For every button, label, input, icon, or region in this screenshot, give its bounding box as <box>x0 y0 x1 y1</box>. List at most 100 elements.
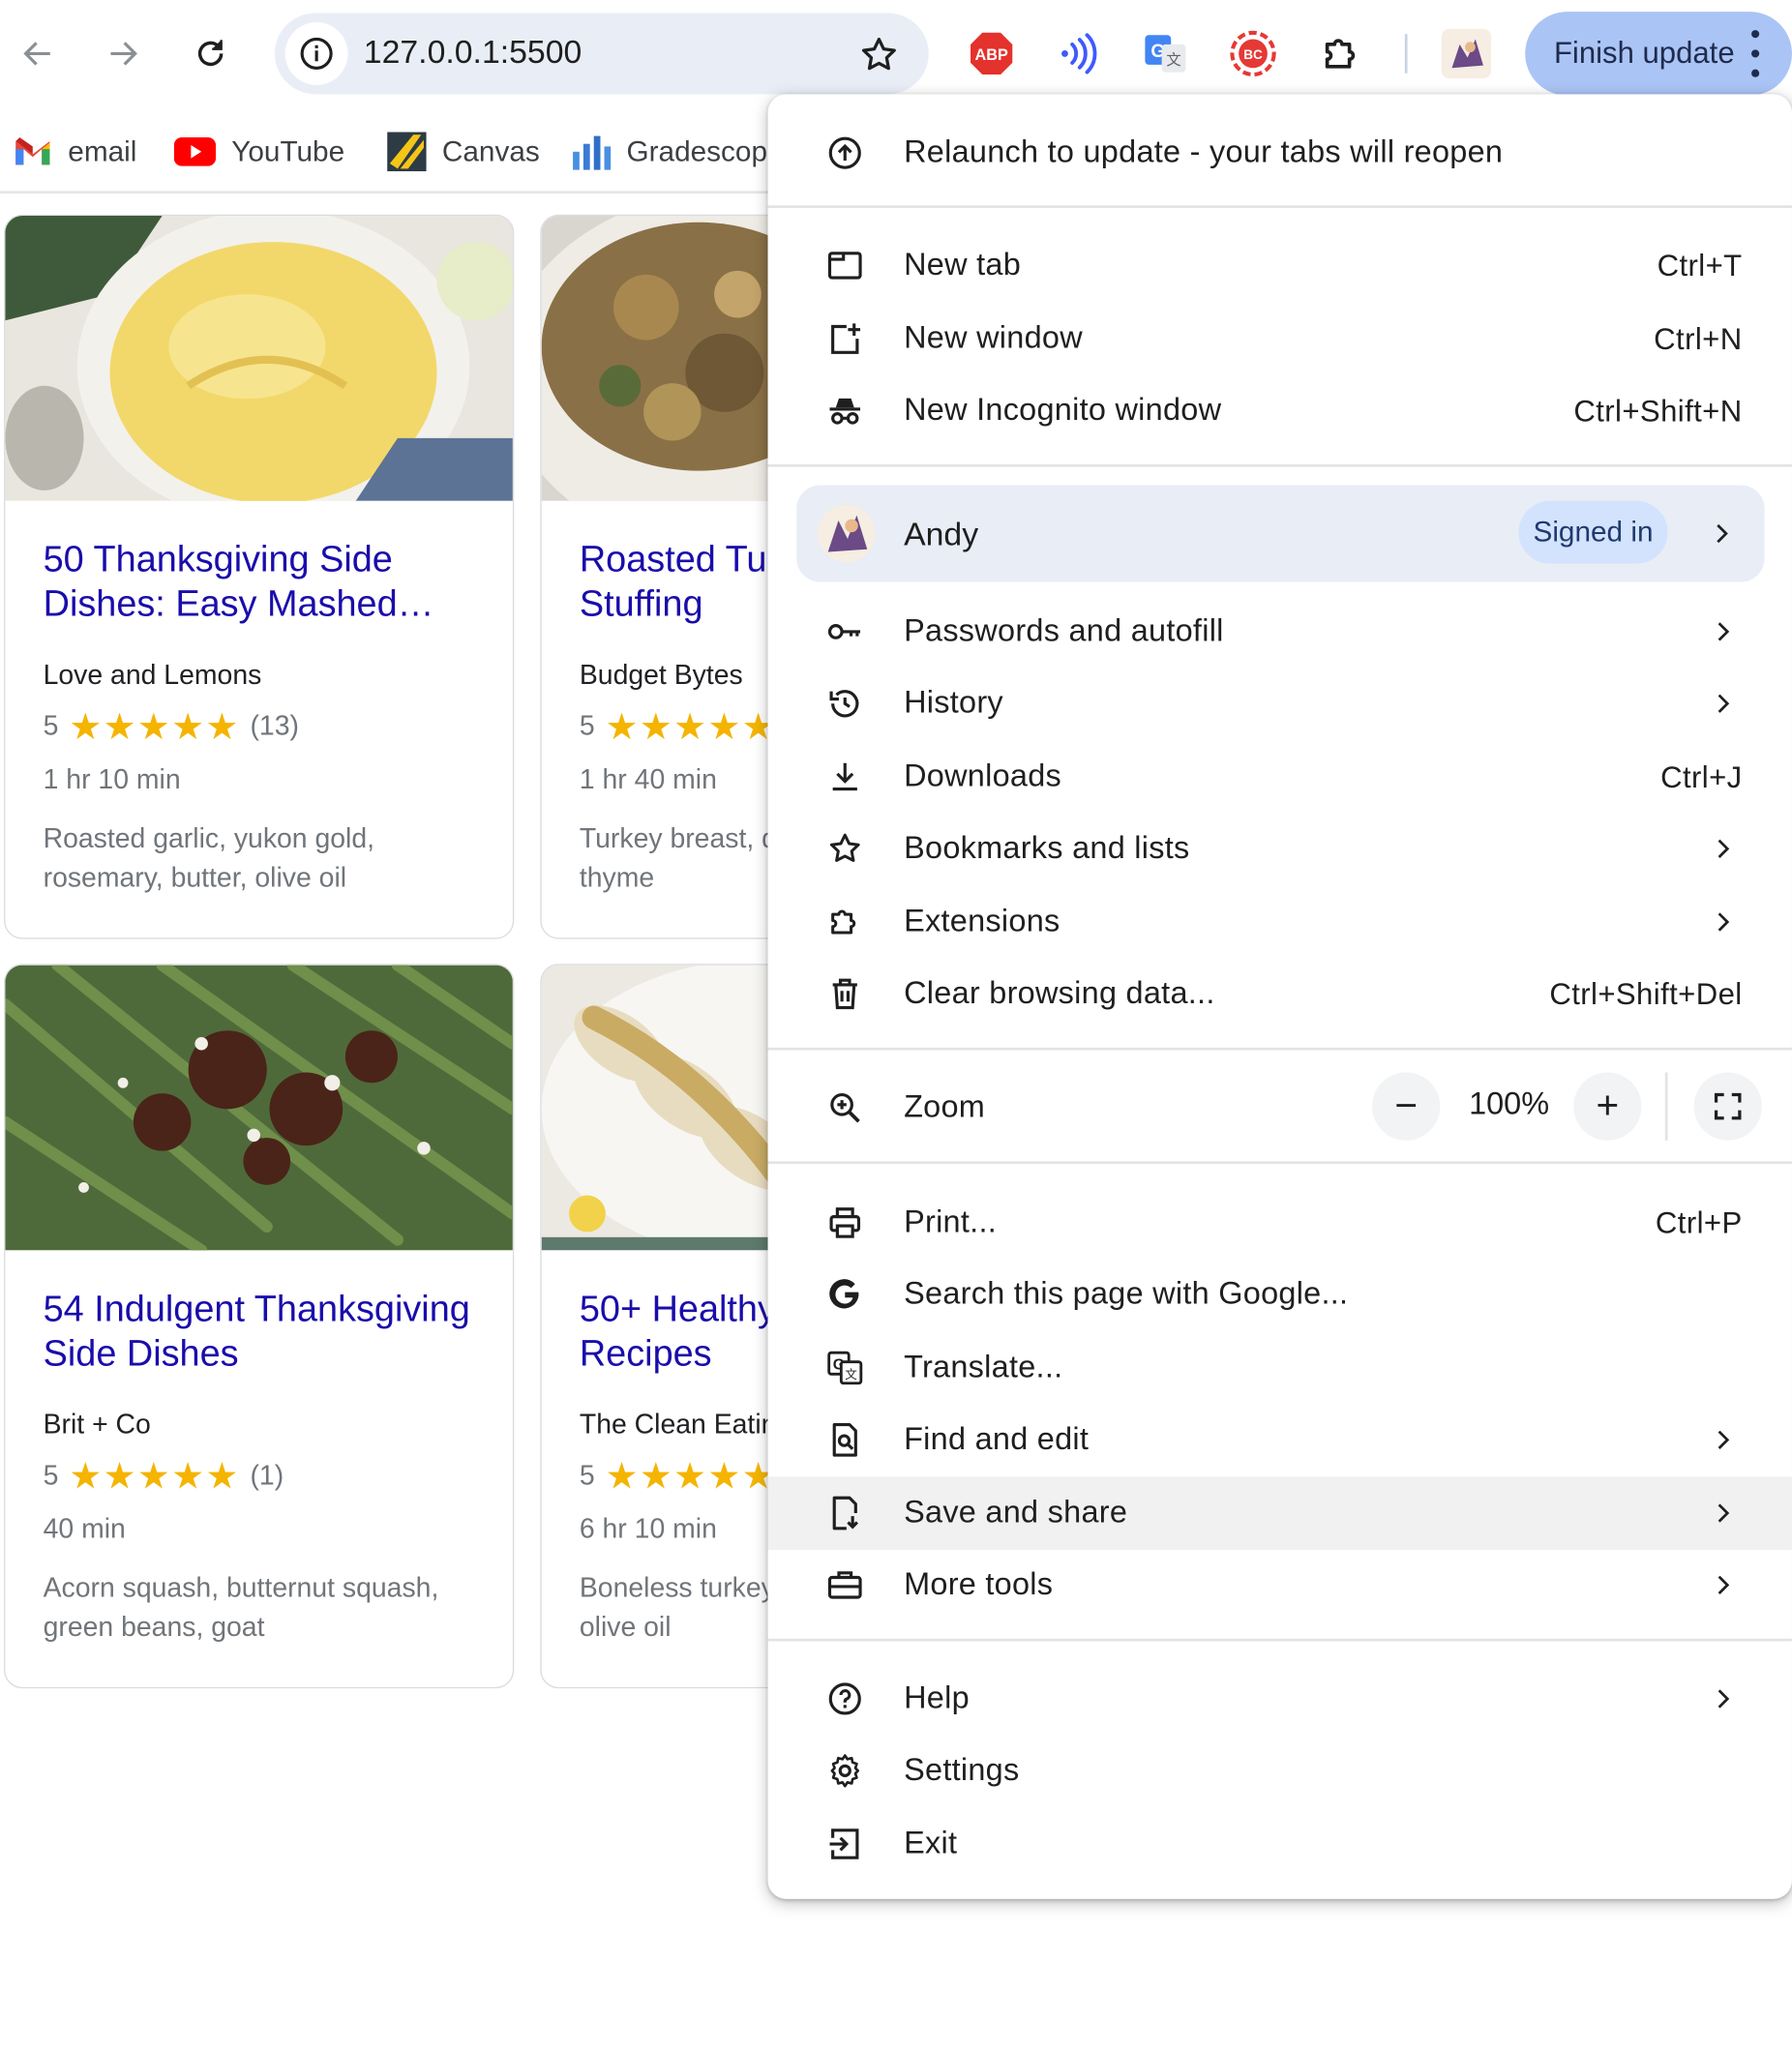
menu-item-translate[interactable]: G文 Translate... <box>768 1331 1792 1405</box>
menu-item-print[interactable]: Print... Ctrl+P <box>768 1186 1792 1260</box>
reload-button[interactable] <box>175 18 246 89</box>
recipe-source: Brit + Co <box>43 1410 151 1441</box>
recipe-source: Love and Lemons <box>43 660 262 691</box>
zoom-in-button[interactable]: + <box>1573 1072 1642 1141</box>
key-icon <box>825 612 865 652</box>
chevron-right-icon <box>1717 622 1730 641</box>
review-count: (1) <box>250 1460 284 1492</box>
chevron-right-icon <box>1717 1430 1730 1449</box>
recipe-time: 1 hr 10 min <box>43 764 181 795</box>
menu-item-save-share[interactable]: Save and share <box>767 1476 1792 1550</box>
recipe-ingredients: Roasted garlic, yukon gold, rosemary, bu… <box>43 823 375 894</box>
bc-text: BC <box>1243 47 1263 62</box>
green-beans-image <box>5 965 513 1251</box>
url-text[interactable]: 127.0.0.1:5500 <box>364 34 582 72</box>
menu-divider <box>767 205 1792 208</box>
sound-extension-button[interactable] <box>1050 26 1105 81</box>
menu-item-new-incognito[interactable]: New Incognito window Ctrl+Shift+N <box>768 374 1792 448</box>
arrow-right-icon <box>110 42 137 66</box>
kebab-menu-icon <box>1737 30 1774 77</box>
review-count: (13) <box>250 711 299 742</box>
find-page-icon <box>825 1420 865 1460</box>
arrow-left-icon <box>23 42 50 66</box>
recipe-title-link[interactable]: 54 Indulgent Thanksgiving Side Dishes <box>44 1287 489 1376</box>
menu-item-shortcut: Ctrl+Shift+Del <box>1549 976 1743 1011</box>
menu-item-extensions[interactable]: Extensions <box>768 885 1792 959</box>
omnibox[interactable]: 127.0.0.1:5500 <box>274 13 929 95</box>
finish-update-button[interactable]: Finish update <box>1525 12 1792 96</box>
menu-item-more-tools[interactable]: More tools <box>768 1549 1792 1622</box>
fullscreen-icon <box>1714 1092 1742 1120</box>
translate-extension-button[interactable]: G文 <box>1138 26 1193 81</box>
profile-button[interactable] <box>1439 26 1494 81</box>
gear-icon <box>825 1751 865 1791</box>
canvas-icon <box>387 132 427 172</box>
forward-button[interactable] <box>88 18 159 89</box>
recipe-card-mashed-potatoes[interactable]: 50 Thanksgiving Side Dishes: Easy Mashed… <box>4 214 515 939</box>
rating-value: 5 <box>43 1460 59 1492</box>
profile-avatar-icon <box>1441 28 1492 79</box>
back-button[interactable] <box>3 18 74 89</box>
puzzle-icon <box>825 903 865 942</box>
menu-item-label: Translate... <box>904 1350 1063 1385</box>
menu-item-find-edit[interactable]: Find and edit <box>768 1403 1792 1476</box>
menu-item-label: Settings <box>904 1752 1020 1788</box>
bookmark-star-button[interactable] <box>852 29 905 81</box>
menu-item-new-tab[interactable]: New tab Ctrl+T <box>768 229 1792 303</box>
chevron-right-icon <box>1717 1689 1730 1709</box>
menu-item-settings[interactable]: Settings <box>768 1734 1792 1807</box>
site-info-button[interactable] <box>284 21 348 85</box>
bc-extension-icon: BC <box>1230 30 1276 77</box>
exit-icon <box>825 1825 865 1864</box>
menu-item-relaunch[interactable]: Relaunch to update - your tabs will reop… <box>768 116 1792 190</box>
menu-item-shortcut: Ctrl+J <box>1660 759 1743 794</box>
menu-item-bookmarks[interactable]: Bookmarks and lists <box>768 812 1792 885</box>
star-rating-icon: ★★★★★ <box>69 1455 240 1497</box>
menu-item-help[interactable]: Help <box>768 1662 1792 1736</box>
recipe-ingredients: Acorn squash, butternut squash, green be… <box>43 1573 439 1643</box>
recipe-card-indulgent-sides[interactable]: 54 Indulgent Thanksgiving Side Dishes Br… <box>4 964 515 1689</box>
menu-item-label: Help <box>904 1680 970 1716</box>
menu-item-shortcut: Ctrl+T <box>1657 248 1743 282</box>
extensions-button[interactable] <box>1315 26 1370 81</box>
chevron-right-icon <box>1717 839 1730 858</box>
menu-item-downloads[interactable]: Downloads Ctrl+J <box>768 740 1792 814</box>
google-g-icon <box>825 1275 865 1315</box>
menu-item-label: Extensions <box>904 904 1060 939</box>
menu-item-clear-browsing-data[interactable]: Clear browsing data... Ctrl+Shift+Del <box>768 958 1792 1031</box>
update-icon <box>825 134 865 173</box>
download-icon <box>825 758 865 797</box>
signed-in-badge: Signed in <box>1518 500 1668 564</box>
fullscreen-button[interactable] <box>1693 1072 1762 1141</box>
zoom-out-button[interactable]: − <box>1372 1072 1441 1141</box>
star-rating-icon: ★★★★★ <box>605 1455 776 1497</box>
history-icon <box>825 684 865 724</box>
new-tab-icon <box>825 246 865 285</box>
bookmark-email[interactable]: email <box>14 123 137 180</box>
menu-item-passwords[interactable]: Passwords and autofill <box>768 595 1792 669</box>
recipe-title-link[interactable]: 50 Thanksgiving Side Dishes: Easy Mashed… <box>44 538 489 627</box>
bookmark-gradescope[interactable]: Gradescope <box>572 123 784 180</box>
menu-item-new-window[interactable]: New window Ctrl+N <box>768 302 1792 375</box>
recipe-rating: 5 ★★★★★ <box>580 708 787 746</box>
bookmark-canvas[interactable]: Canvas <box>387 123 540 180</box>
incognito-icon <box>825 391 865 431</box>
adblock-extension-button[interactable]: ABP <box>964 26 1019 81</box>
menu-item-label: History <box>904 685 1003 721</box>
bookmark-youtube[interactable]: YouTube <box>173 123 344 180</box>
menu-item-label: Search this page with Google... <box>904 1276 1349 1312</box>
menu-divider <box>767 463 1792 466</box>
adblock-text: ABP <box>975 46 1008 64</box>
menu-item-exit[interactable]: Exit <box>768 1807 1792 1881</box>
menu-item-search-google[interactable]: Search this page with Google... <box>768 1258 1792 1331</box>
menu-item-shortcut: Ctrl+P <box>1655 1205 1743 1240</box>
zoom-icon <box>825 1088 865 1128</box>
menu-profile-row[interactable]: Andy Signed in <box>796 485 1765 582</box>
menu-item-history[interactable]: History <box>768 667 1792 740</box>
menu-item-label: New Incognito window <box>904 392 1222 429</box>
menu-item-label: Save and share <box>904 1495 1128 1531</box>
chevron-right-icon <box>1717 523 1728 544</box>
mashed-potatoes-image <box>5 216 513 501</box>
menu-item-label: Find and edit <box>904 1421 1090 1457</box>
bc-extension-button[interactable]: BC <box>1226 26 1281 81</box>
